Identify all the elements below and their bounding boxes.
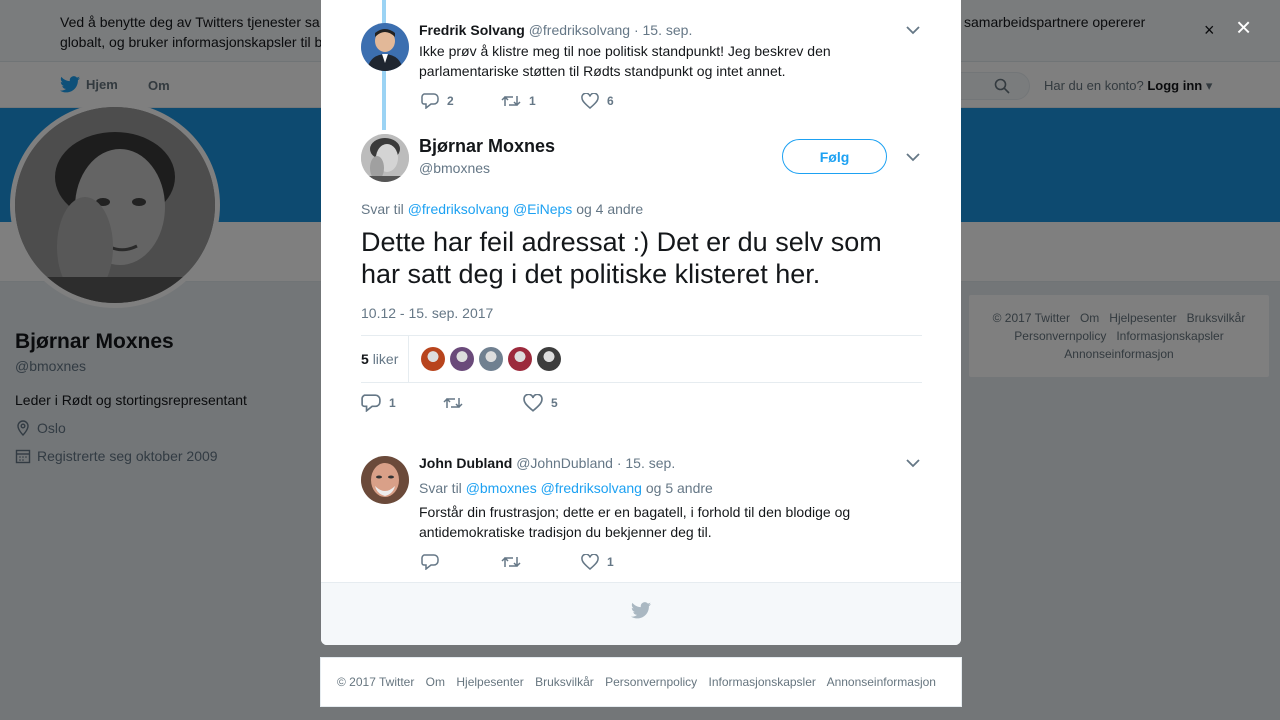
parent-tweet-text: Ikke prøv å klistre meg til noe politisk… — [419, 43, 831, 79]
close-modal-button[interactable]: × — [1236, 12, 1251, 43]
reply-tweet-avatar[interactable] — [361, 456, 409, 504]
mention-link[interactable]: @fredriksolvang — [408, 201, 509, 217]
parent-tweet-name[interactable]: Fredrik Solvang — [419, 22, 525, 38]
retweet-button[interactable]: 1 — [501, 94, 581, 108]
reply-icon — [361, 394, 381, 412]
mention-link[interactable]: @bmoxnes — [466, 480, 537, 496]
retweet-count: 1 — [529, 94, 536, 108]
main-tweet-text: Dette har feil adressat :) Det er du sel… — [361, 227, 882, 289]
chevron-down-icon[interactable] — [906, 458, 920, 468]
likes-stat-label: liker — [372, 351, 399, 367]
footer-link-about[interactable]: Om — [426, 675, 445, 689]
parent-tweet-actions: 2 1 6 — [421, 93, 614, 109]
footer-link-help[interactable]: Hjelpesenter — [456, 675, 523, 689]
footer-link-privacy[interactable]: Personvernpolicy — [605, 675, 697, 689]
parent-tweet-avatar[interactable] — [361, 23, 409, 71]
footer-link-ads[interactable]: Annonseinformasjon — [827, 675, 936, 689]
reply-tweet-reply-context: Svar til @bmoxnes @fredriksolvang og 5 a… — [419, 480, 713, 496]
footer-copyright: © 2017 Twitter — [337, 675, 415, 689]
reply-count: 2 — [447, 94, 454, 108]
liker-avatar[interactable] — [421, 347, 445, 371]
twitter-bird-icon — [631, 602, 651, 619]
like-button[interactable]: 1 — [581, 554, 614, 570]
retweet-button[interactable] — [501, 555, 581, 569]
reply-tweet-text: Forstår din frustrasjon; dette er en bag… — [419, 504, 851, 540]
heart-icon — [523, 394, 543, 412]
main-tweet-handle[interactable]: @bmoxnes — [419, 160, 490, 176]
retweet-button[interactable] — [443, 396, 523, 410]
parent-tweet-date[interactable]: · 15. sep. — [634, 22, 692, 38]
bottom-footer: © 2017 Twitter Om Hjelpesenter Bruksvilk… — [320, 657, 962, 707]
reply-tweet-handle[interactable]: @JohnDubland — [516, 455, 613, 471]
parent-tweet-header: Fredrik Solvang @fredriksolvang · 15. se… — [419, 22, 692, 38]
reply-icon — [421, 93, 439, 109]
retweet-icon — [501, 556, 521, 568]
like-count: 5 — [551, 396, 558, 410]
liker-avatar[interactable] — [537, 347, 561, 371]
avatar-photo — [361, 456, 409, 504]
retweet-icon — [443, 397, 463, 409]
liker-avatar[interactable] — [450, 347, 474, 371]
modal-footer — [321, 582, 961, 645]
avatar-photo — [361, 23, 409, 71]
reply-button[interactable]: 2 — [421, 93, 501, 109]
avatar-photo — [361, 134, 409, 182]
liker-avatar[interactable] — [508, 347, 532, 371]
chevron-down-icon[interactable] — [906, 25, 920, 35]
like-count: 1 — [607, 555, 614, 569]
retweet-icon — [501, 95, 521, 107]
main-tweet-avatar[interactable] — [361, 134, 409, 182]
tweet-stats: 5 liker — [361, 335, 922, 383]
reply-button[interactable] — [421, 554, 501, 570]
reply-to-prefix: Svar til — [419, 480, 462, 496]
like-button[interactable]: 6 — [581, 93, 614, 109]
heart-icon — [581, 554, 599, 570]
reply-count: 1 — [389, 396, 396, 410]
liker-avatar[interactable] — [479, 347, 503, 371]
reply-button[interactable]: 1 — [361, 394, 443, 412]
heart-icon — [581, 93, 599, 109]
reply-tweet-header: John Dubland @JohnDubland · 15. sep. — [419, 455, 675, 471]
main-tweet-actions: 1 5 — [361, 394, 558, 412]
reply-to-others[interactable]: og 5 andre — [646, 480, 713, 496]
mention-link[interactable]: @fredriksolvang — [541, 480, 642, 496]
chevron-down-icon[interactable] — [906, 152, 920, 162]
likes-stat-count: 5 — [361, 351, 369, 367]
follow-button[interactable]: Følg — [782, 139, 887, 174]
reply-to-prefix: Svar til — [361, 201, 404, 217]
footer-link-cookies[interactable]: Informasjonskapsler — [709, 675, 816, 689]
reply-to-others[interactable]: og 4 andre — [576, 201, 643, 217]
like-button[interactable]: 5 — [523, 394, 558, 412]
tweet-modal: Fredrik Solvang @fredriksolvang · 15. se… — [321, 0, 961, 645]
likes-stat[interactable]: 5 liker — [361, 351, 398, 367]
reply-tweet-actions: 1 — [421, 554, 614, 570]
stats-divider — [408, 336, 409, 382]
footer-link-terms[interactable]: Bruksvilkår — [535, 675, 594, 689]
main-tweet-reply-context: Svar til @fredriksolvang @EiNeps og 4 an… — [361, 201, 643, 217]
reply-tweet-date[interactable]: · 15. sep. — [617, 455, 675, 471]
mention-link[interactable]: @EiNeps — [513, 201, 572, 217]
reply-tweet-name[interactable]: John Dubland — [419, 455, 512, 471]
main-tweet-timestamp[interactable]: 10.12 - 15. sep. 2017 — [361, 305, 493, 321]
main-tweet-name[interactable]: Bjørnar Moxnes — [419, 136, 555, 157]
parent-tweet-handle[interactable]: @fredriksolvang — [529, 22, 630, 38]
reply-icon — [421, 554, 439, 570]
like-count: 6 — [607, 94, 614, 108]
